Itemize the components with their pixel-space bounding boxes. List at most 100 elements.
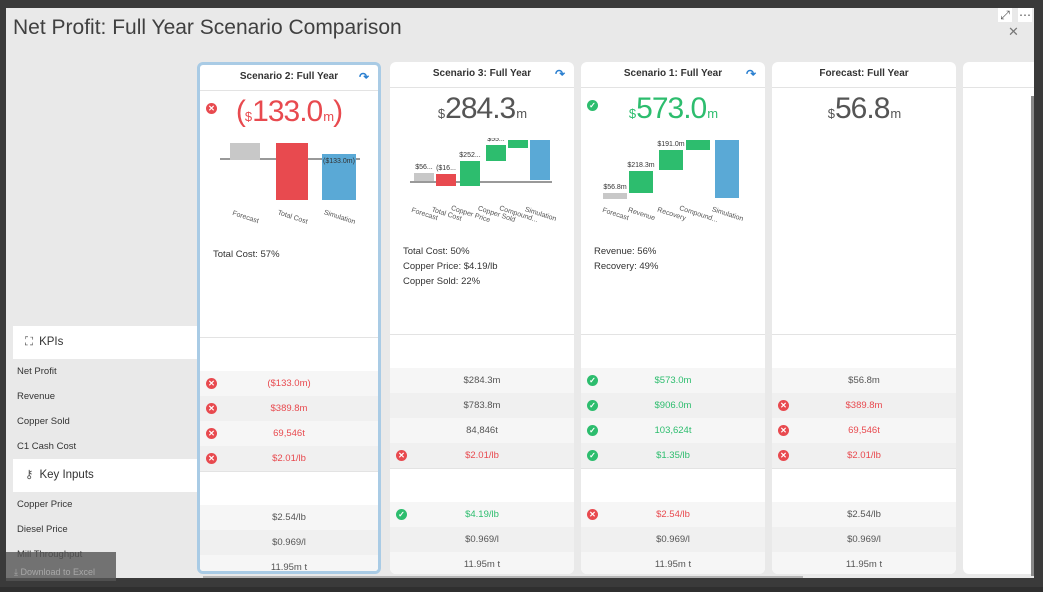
input-value-cell: 11.95m t	[581, 552, 765, 574]
value-suffix: m	[323, 109, 334, 124]
value-number: 573.0	[636, 92, 707, 125]
success-status-icon: ✓	[396, 509, 407, 520]
waterfall-bar	[276, 143, 308, 200]
waterfall-bar	[460, 161, 480, 186]
kpi-value: 69,546t	[273, 428, 305, 439]
kpi-value-cell: $1.35/lb ✓	[581, 443, 765, 468]
kpi-value: 69,546t	[848, 425, 880, 436]
panel-header: Scenario 3: Full Year ↷	[390, 62, 574, 88]
kpi-row-label: Revenue	[17, 391, 56, 402]
input-value-cell: $4.19/lb ✓	[390, 502, 574, 527]
refresh-icon[interactable]: ↷	[359, 65, 369, 89]
kpi-value-cell: $2.01/lb ✕	[200, 446, 378, 471]
kpi-value-cell: $906.0m ✓	[581, 393, 765, 418]
bar-value-label: $56.8m	[603, 184, 627, 191]
input-value: $2.54/lb	[847, 509, 881, 520]
kpi-row-label: Net Profit	[17, 366, 57, 377]
scenario-panel[interactable]: Scenario 2: Full Year↷($133.0m)✕$56.8mFo…	[197, 62, 381, 574]
input-row-label: Copper Price	[17, 499, 73, 510]
error-status-icon: ✕	[778, 400, 789, 411]
input-value-cell: $0.969/l	[390, 527, 574, 552]
headline-value: $284.3m	[390, 92, 574, 128]
kpi-value-cell: 84,846t	[390, 418, 574, 443]
category-label: Forecast	[601, 207, 629, 222]
input-value-cell: 11.95m t	[200, 555, 378, 573]
refresh-icon[interactable]: ↷	[746, 62, 756, 86]
scenario-panel[interactable]: Bud $	[963, 62, 1034, 574]
waterfall-bar	[230, 143, 260, 160]
modal-toolbar: ⤢ ⋯	[998, 8, 1032, 22]
value-rows: $56.8m $389.8m ✕ 69,546t ✕ $2.01/lb ✕ $2.54/lb $…	[772, 334, 956, 574]
kpi-value-cell: $389.8m ✕	[200, 396, 378, 421]
driver-notes: Total Cost: 57%	[213, 247, 280, 262]
kpi-value: ($133.0m)	[267, 378, 311, 389]
refresh-icon[interactable]: ↷	[555, 62, 565, 86]
kpis-label: KPIs	[39, 336, 64, 348]
category-label: Total Cost	[277, 209, 309, 225]
kpi-value-cell: $56.8m	[772, 368, 956, 393]
headline-value: $573.0m	[581, 92, 765, 128]
value-rows: $284.3m $783.8m 84,846t $2.01/lb ✕ $4.19/lb ✓ $…	[390, 334, 574, 574]
input-value-cell: $0.969/l	[772, 527, 956, 552]
driver-note: Copper Sold: 22%	[403, 276, 481, 287]
error-status-icon: ✕	[206, 403, 217, 414]
driver-notes: Revenue: 56% Recovery: 49%	[594, 244, 658, 274]
input-value-cell: $2.54/lb ✕	[581, 502, 765, 527]
row-labels: ⛶ KPIs Net Profit Revenue Copper Sold C1 Cas…	[13, 326, 201, 567]
download-to-excel-button[interactable]: ⤓ Download to Excel	[6, 552, 116, 581]
waterfall-bar	[436, 174, 456, 186]
kpi-value-cell: $2.01/lb ✕	[772, 443, 956, 468]
input-value: $2.54/lb	[656, 509, 690, 520]
success-status-icon: ✓	[587, 400, 598, 411]
input-row-label: Diesel Price	[17, 524, 68, 535]
paren-close: )	[333, 95, 343, 128]
input-value-cell: 11.95m t	[390, 552, 574, 574]
kpi-value-cell: 69,546t ✕	[772, 418, 956, 443]
scenario-panel[interactable]: Forecast: Full Year $56.8m $56.8m $389.8m ✕ 6…	[772, 62, 956, 574]
currency-symbol: $	[437, 106, 445, 121]
kpi-value-cell: $573.0m ✓	[581, 368, 765, 393]
value-rows: ($133.0m) ✕ $389.8m ✕ 69,546t ✕ $2.01/lb ✕ $2.54…	[200, 337, 378, 573]
error-status-icon: ✕	[206, 103, 217, 114]
driver-note: Copper Price: $4.19/lb	[403, 261, 498, 272]
value-number: 56.8	[835, 92, 890, 125]
waterfall-bar	[508, 140, 528, 148]
horizontal-scrollbar[interactable]	[203, 576, 803, 578]
driver-note: Total Cost: 57%	[213, 249, 280, 260]
input-value: 11.95m t	[270, 562, 308, 573]
waterfall-bar	[414, 173, 434, 181]
value-number: 284.3	[445, 92, 516, 125]
scenario-panel[interactable]: Scenario 1: Full Year ↷ $573.0m ✓ $56.8m Fore…	[581, 62, 765, 574]
kpi-value-cell: 69,546t ✕	[200, 421, 378, 446]
scenario-panel[interactable]: Scenario 3: Full Year ↷ $284.3m $56... Forec…	[390, 62, 574, 574]
expand-icon[interactable]: ⤢	[998, 8, 1012, 22]
driver-note: Revenue: 56%	[594, 246, 657, 257]
kpi-value: 84,846t	[466, 425, 498, 436]
close-icon[interactable]: ✕	[1008, 24, 1019, 40]
chart-icon: ⛶	[25, 336, 34, 348]
input-value: $0.969/l	[272, 537, 306, 548]
success-status-icon: ✓	[587, 450, 598, 461]
kpi-value: $906.0m	[654, 400, 692, 411]
waterfall-chart: $56...Forecast($16...Total Cost$252...Co…	[410, 138, 557, 224]
error-status-icon: ✕	[778, 450, 789, 461]
bar-value-label: $218.3m	[627, 162, 654, 169]
kpi-row-label: C1 Cash Cost	[17, 441, 77, 452]
bar-value-label: $56...	[415, 164, 433, 171]
panel-title: Forecast: Full Year	[819, 68, 909, 79]
input-value-cell: 11.95m t	[772, 552, 956, 574]
kpi-value-cell: $783.8m	[390, 393, 574, 418]
kpi-value: $56.8m	[848, 375, 880, 386]
waterfall-bar	[686, 140, 710, 150]
vertical-scrollbar[interactable]	[1031, 96, 1034, 576]
modal-title: Net Profit: Full Year Scenario Compariso…	[13, 16, 402, 39]
bar-value-label: ($16...	[436, 165, 456, 172]
input-value: $4.19/lb	[465, 509, 499, 520]
headline-value: ($133.0m)	[200, 95, 378, 131]
more-options-icon[interactable]: ⋯	[1018, 8, 1032, 22]
kpi-value-cell: $2.01/lb ✕	[390, 443, 574, 468]
kpi-value: $389.8m	[270, 403, 308, 414]
driver-note: Total Cost: 50%	[403, 246, 470, 257]
